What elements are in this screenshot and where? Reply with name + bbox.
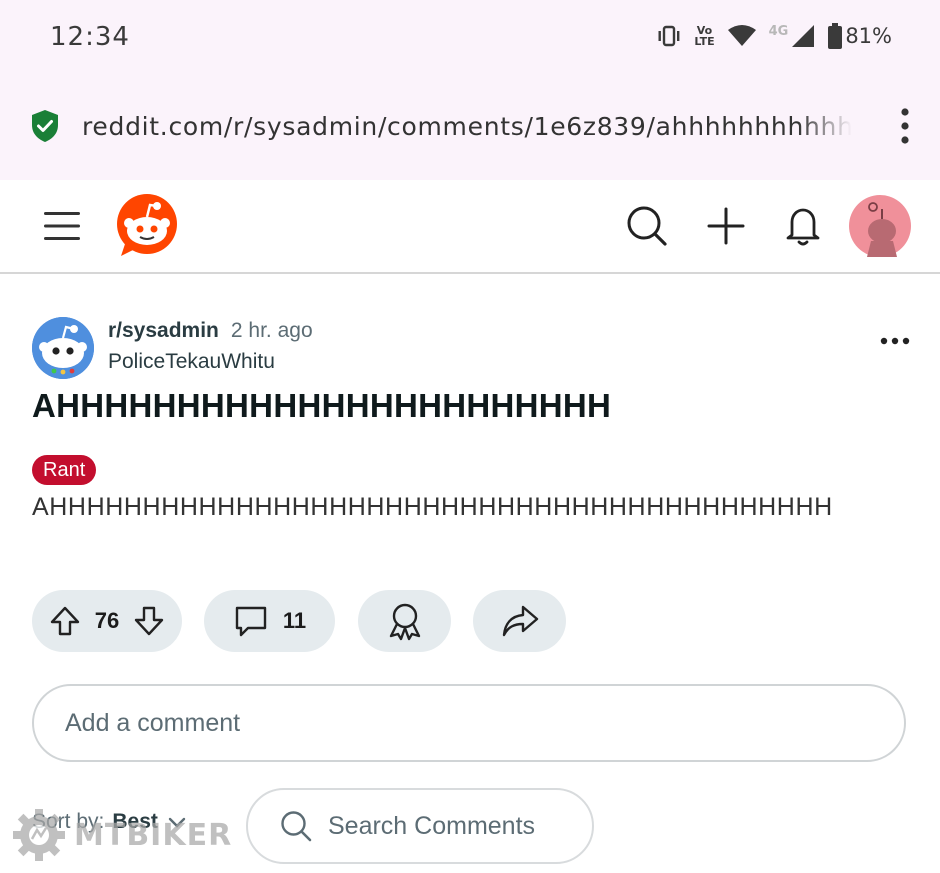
search-button[interactable] — [624, 180, 670, 272]
vibrate-icon — [658, 25, 680, 47]
plus-icon[interactable] — [707, 207, 745, 245]
menu-button[interactable] — [40, 180, 84, 272]
battery-icon — [828, 23, 843, 49]
comments-button[interactable]: 11 — [204, 590, 335, 652]
add-comment-input[interactable]: Add a comment — [32, 684, 906, 762]
post-body: AHHHHHHHHHHHHHHHHHHHHHHHHHHHHHHHHHHHHHHH… — [32, 493, 833, 521]
upvote-icon[interactable] — [49, 605, 81, 637]
gear-icon — [13, 809, 65, 861]
award-icon[interactable] — [385, 601, 425, 641]
reddit-header — [0, 180, 940, 274]
award-button[interactable] — [358, 590, 451, 652]
post-meta: r/sysadmin 2 hr. ago PoliceTekauWhitu — [32, 317, 313, 379]
search-comments-placeholder: Search Comments — [328, 811, 536, 840]
comment-count: 11 — [282, 608, 307, 633]
wifi-icon — [727, 25, 756, 46]
subreddit-link[interactable]: r/sysadmin — [108, 319, 219, 342]
battery-percentage: 81% — [845, 24, 892, 48]
post-flair[interactable]: Rant — [32, 455, 97, 485]
post-time: 2 hr. ago — [230, 319, 313, 342]
comment-icon[interactable] — [233, 603, 269, 639]
url-text[interactable]: reddit.com/r/sysadmin/comments/1e6z839/a… — [82, 112, 852, 141]
reddit-logo[interactable] — [114, 180, 180, 272]
browser-menu-icon[interactable] — [900, 106, 910, 146]
search-icon — [281, 811, 312, 842]
vote-count: 76 — [94, 608, 120, 633]
status-icons: Vo LTE 4G 81% — [656, 18, 892, 54]
menu-icon[interactable] — [42, 210, 82, 242]
create-post-button[interactable] — [704, 180, 748, 272]
battery: 81% — [828, 23, 892, 49]
browser-chrome: 12:34 Vo LTE 4G 81% reddit.com/r/sysadmi… — [0, 0, 940, 180]
downvote-icon[interactable] — [133, 605, 165, 637]
url-bar[interactable]: reddit.com/r/sysadmin/comments/1e6z839/a… — [30, 100, 910, 152]
network-type-label: 4G — [768, 23, 789, 39]
notifications-button[interactable] — [782, 180, 824, 272]
post-author[interactable]: PoliceTekauWhitu — [108, 350, 313, 374]
subreddit-avatar[interactable] — [32, 317, 94, 379]
status-time: 12:34 — [50, 22, 130, 52]
reddit-logo-icon[interactable] — [115, 194, 179, 258]
share-button[interactable] — [473, 590, 566, 652]
volte-icon: Vo LTE — [694, 24, 715, 48]
post-more-options-icon[interactable] — [880, 336, 910, 346]
post-title[interactable]: AHHHHHHHHHHHHHHHHHHHHHHH — [32, 387, 611, 425]
bell-icon[interactable] — [784, 205, 822, 247]
cell-signal-icon — [792, 25, 815, 47]
snoo-icon[interactable] — [32, 317, 94, 379]
watermark-text: MTBIKER — [74, 817, 233, 853]
search-comments-input[interactable]: Search Comments — [246, 788, 594, 864]
vote-bar: 76 — [32, 590, 182, 652]
watermark: MTBIKER — [12, 808, 232, 862]
user-avatar-button[interactable] — [848, 180, 912, 272]
shield-check-icon[interactable] — [30, 109, 60, 143]
share-icon[interactable] — [501, 604, 539, 638]
search-icon[interactable] — [626, 205, 668, 247]
user-avatar[interactable] — [849, 195, 911, 257]
